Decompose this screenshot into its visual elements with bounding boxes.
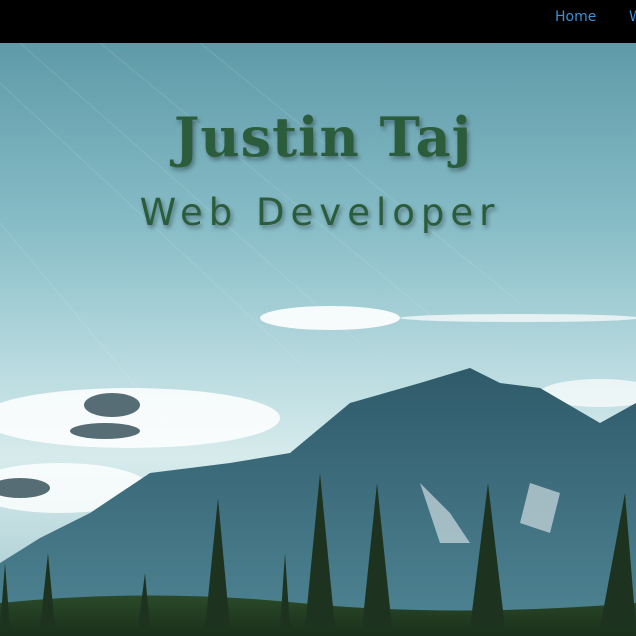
hero-banner: Justin Taj Web Developer bbox=[0, 43, 636, 636]
hero-subtitle: Web Developer bbox=[139, 191, 501, 234]
nav-link-truncated[interactable]: W bbox=[629, 9, 636, 25]
nav-link-home[interactable]: Home bbox=[555, 9, 596, 25]
top-navbar: Home W bbox=[0, 0, 636, 43]
hero-title: Justin Taj bbox=[173, 105, 473, 169]
